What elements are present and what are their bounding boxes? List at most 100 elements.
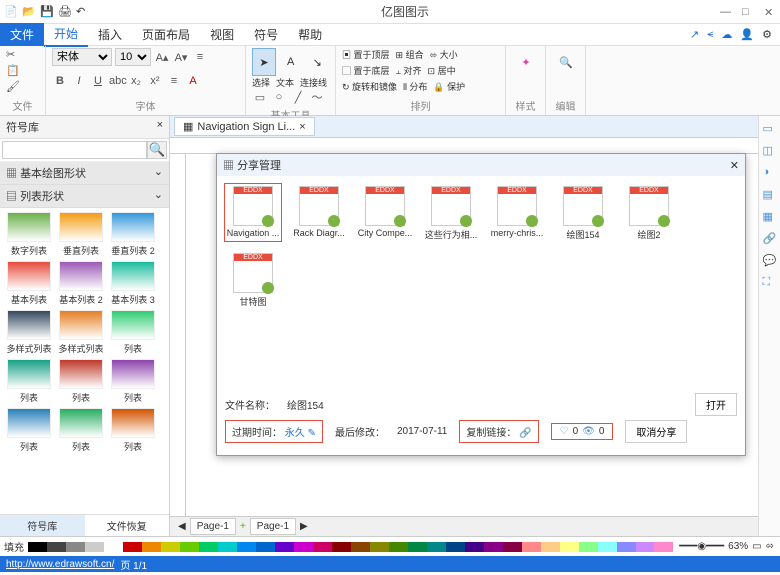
cursor-tool[interactable]: ➤ — [252, 48, 276, 76]
shape-item[interactable]: 多样式列表 — [4, 310, 54, 355]
line-icon[interactable]: ╱ — [290, 89, 306, 105]
settings-icon[interactable]: ⚙ — [762, 28, 772, 41]
shape-item[interactable]: 列表 — [4, 408, 54, 453]
tab-insert[interactable]: 插入 — [88, 23, 132, 46]
open-icon[interactable]: 📂 — [22, 5, 36, 19]
underline-icon[interactable]: U — [90, 73, 106, 89]
color-swatch[interactable] — [598, 542, 617, 552]
sup-icon[interactable]: x² — [147, 73, 163, 89]
cut-icon[interactable]: ✂ — [6, 48, 22, 64]
shape-item[interactable]: 列表 — [4, 359, 54, 404]
fit-width-icon[interactable]: ⬄ — [766, 541, 774, 552]
shape-item[interactable]: 列表 — [56, 408, 106, 453]
tab-view[interactable]: 视图 — [200, 23, 244, 46]
rect-icon[interactable]: ▭ — [252, 89, 268, 105]
font-size-select[interactable]: 10 — [115, 48, 151, 66]
sidebar-tab-recovery[interactable]: 文件恢复 — [85, 515, 170, 536]
export-icon[interactable]: ↗ — [690, 28, 699, 41]
shape-item[interactable]: 基本列表 3 — [108, 261, 158, 306]
rt-theme-icon[interactable]: ◑ — [763, 166, 777, 180]
section-basic-shapes[interactable]: ▦ 基本绘图形状⌄ — [0, 162, 169, 185]
search-input[interactable] — [2, 141, 147, 159]
color-swatch[interactable] — [180, 542, 199, 552]
color-swatch[interactable] — [256, 542, 275, 552]
shape-item[interactable]: 多样式列表 — [56, 310, 106, 355]
color-swatch[interactable] — [370, 542, 389, 552]
shape-item[interactable]: 数字列表 — [4, 212, 54, 257]
status-url[interactable]: http://www.edrawsoft.cn/ — [6, 559, 114, 570]
color-swatch[interactable] — [636, 542, 655, 552]
page-nav-next-icon[interactable]: ▶ — [300, 521, 308, 532]
strike-icon[interactable]: abc — [109, 73, 125, 89]
page-tab-1[interactable]: Page-1 — [190, 518, 236, 535]
search-button[interactable]: 🔍 — [147, 141, 167, 159]
undo-icon[interactable]: ↶ — [76, 5, 90, 19]
color-swatch[interactable] — [313, 542, 332, 552]
maximize-button[interactable]: □ — [742, 6, 754, 18]
protect-button[interactable]: 🔒 保护 — [433, 80, 465, 93]
rt-page-icon[interactable]: ◫ — [763, 144, 777, 158]
font-name-select[interactable]: 宋体 — [52, 48, 112, 66]
rt-comment-icon[interactable]: 💬 — [763, 254, 777, 268]
print-icon[interactable]: 🖨 — [58, 5, 72, 19]
size-button[interactable]: ⬄ 大小 — [430, 48, 458, 61]
file-item[interactable]: EDDX绘图154 — [555, 184, 611, 241]
file-item[interactable]: EDDX绘图2 — [621, 184, 677, 241]
shape-item[interactable]: 垂直列表 2 — [108, 212, 158, 257]
font-shrink-icon[interactable]: A▾ — [173, 49, 189, 65]
tab-file[interactable]: 文件 — [0, 23, 44, 46]
shape-item[interactable]: 列表 — [108, 359, 158, 404]
tab-help[interactable]: 帮助 — [288, 23, 332, 46]
rt-data-icon[interactable]: ▦ — [763, 210, 777, 224]
color-swatch[interactable] — [654, 542, 673, 552]
circle-icon[interactable]: ○ — [271, 89, 287, 105]
file-item[interactable]: EDDXCity Compe... — [357, 184, 413, 241]
color-swatch[interactable] — [351, 542, 370, 552]
share-icon[interactable]: ⪪ — [707, 28, 713, 41]
color-swatch[interactable] — [617, 542, 636, 552]
user-icon[interactable]: 👤 — [740, 28, 754, 41]
color-swatch[interactable] — [123, 542, 142, 552]
shape-item[interactable]: 基本列表 — [4, 261, 54, 306]
align-button[interactable]: ⫠ 对齐 — [396, 64, 422, 77]
font-color-icon[interactable]: A — [185, 73, 201, 89]
page-nav-prev-icon[interactable]: ◀ — [178, 521, 186, 532]
color-swatch[interactable] — [579, 542, 598, 552]
center-button[interactable]: ⊡ 居中 — [428, 64, 456, 77]
color-swatch[interactable] — [66, 542, 85, 552]
color-swatch[interactable] — [28, 542, 47, 552]
shape-item[interactable]: 基本列表 2 — [56, 261, 106, 306]
tab-start[interactable]: 开始 — [44, 22, 88, 47]
shape-item[interactable]: 列表 — [56, 359, 106, 404]
tab-layout[interactable]: 页面布局 — [132, 23, 200, 46]
distribute-button[interactable]: ⫴ 分布 — [403, 80, 427, 93]
doc-tab-close-icon[interactable]: × — [299, 121, 305, 133]
color-swatch[interactable] — [541, 542, 560, 552]
color-swatch[interactable] — [199, 542, 218, 552]
color-swatch[interactable] — [560, 542, 579, 552]
file-item[interactable]: EDDXNavigation ... — [225, 184, 281, 241]
color-swatch[interactable] — [142, 542, 161, 552]
color-swatch[interactable] — [503, 542, 522, 552]
text-tool[interactable]: A — [279, 48, 303, 76]
edit-expire-icon[interactable]: ✎ — [308, 428, 316, 439]
save-icon[interactable]: 💾 — [40, 5, 54, 19]
new-icon[interactable]: 📄 — [4, 5, 18, 19]
cancel-share-button[interactable]: 取消分享 — [625, 420, 687, 443]
doc-tab[interactable]: ▦ Navigation Sign Li... × — [174, 117, 315, 136]
copylink-box[interactable]: 复制链接： 🔗 — [459, 420, 538, 443]
page-add-icon[interactable]: + — [240, 521, 246, 532]
file-item[interactable]: EDDXRack Diagr... — [291, 184, 347, 241]
color-swatch[interactable] — [47, 542, 66, 552]
rt-format-icon[interactable]: ▭ — [763, 122, 777, 136]
rt-expand-icon[interactable]: ⛶ — [763, 276, 777, 290]
rotate-button[interactable]: ↻ 旋转和镜像 — [342, 80, 397, 93]
color-swatch[interactable] — [465, 542, 484, 552]
file-item[interactable]: EDDX甘特图 — [225, 251, 281, 308]
color-swatch[interactable] — [85, 542, 104, 552]
highlight-icon[interactable]: ≡ — [166, 73, 182, 89]
group-button[interactable]: ⊞ 组合 — [396, 48, 424, 61]
font-grow-icon[interactable]: A▴ — [154, 49, 170, 65]
color-swatch[interactable] — [275, 542, 294, 552]
zoom-slider[interactable]: ━━━◉━━━ — [679, 541, 724, 552]
